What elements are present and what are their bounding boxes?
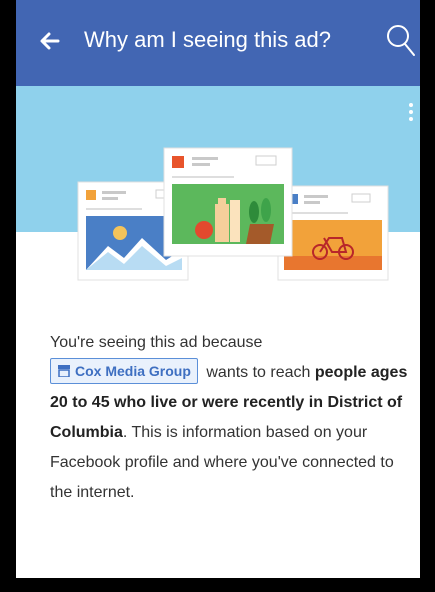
ad-explanation-screen: Why am I seeing this ad? You're seeing t… (16, 0, 420, 578)
advertiser-link[interactable]: Cox Media Group (50, 358, 198, 384)
ad-card-groceries (163, 147, 293, 257)
page-title: Why am I seeing this ad? (84, 27, 332, 52)
top-bar: Why am I seeing this ad? (16, 0, 420, 86)
back-arrow-icon[interactable] (38, 29, 62, 53)
store-icon (58, 365, 70, 377)
search-icon[interactable] (386, 23, 416, 57)
intro-text: You're seeing this ad because (50, 334, 263, 351)
reach-text: wants to reach (206, 364, 311, 381)
advertiser-name: Cox Media Group (75, 363, 191, 379)
ads-illustration (77, 147, 389, 281)
ad-card-bicycle (277, 185, 389, 281)
explanation-text: You're seeing this ad because Cox Media … (50, 334, 408, 501)
